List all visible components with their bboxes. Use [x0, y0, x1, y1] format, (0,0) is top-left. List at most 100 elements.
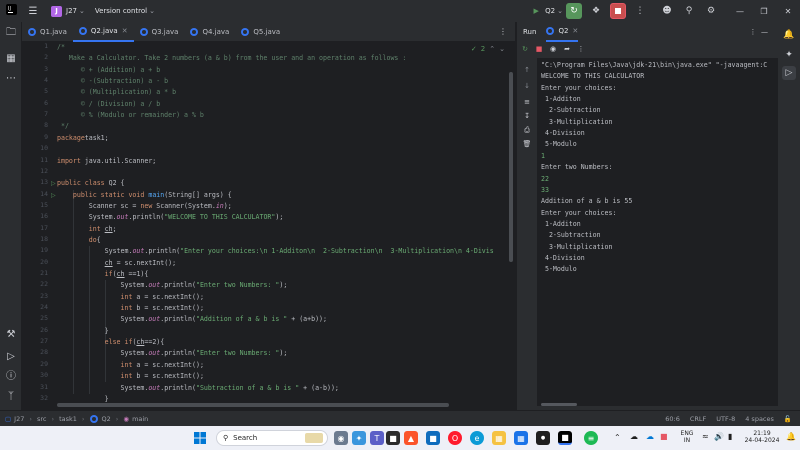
run-tool-icon[interactable]: ▷	[4, 350, 18, 364]
git-branch-icon[interactable]: ᛉ	[4, 390, 18, 404]
code-line[interactable]: import java.util.Scanner;	[57, 156, 156, 167]
code-line[interactable]: © (Multiplication) a * b	[57, 87, 176, 98]
tray-cloud-icon[interactable]: ☁	[630, 433, 638, 441]
code-line[interactable]: int b = sc.nextInt();	[57, 371, 204, 382]
tab-q1-java[interactable]: Q1.java	[22, 22, 73, 42]
code-line[interactable]: if(ch ==1){	[57, 269, 149, 280]
code-line[interactable]: public static void main(String[] args) {	[57, 190, 232, 201]
code-line[interactable]: System.out.println("Enter two Numbers: "…	[57, 280, 288, 291]
debug-button[interactable]: ❖	[588, 3, 604, 19]
breadcrumb-project[interactable]: J27	[14, 415, 24, 423]
breadcrumb-src[interactable]: src	[37, 415, 47, 423]
indent-setting[interactable]: 4 spaces	[745, 415, 774, 423]
more-tools-icon[interactable]: ⋯	[4, 72, 18, 86]
intellij-taskbar-icon[interactable]: ■	[558, 431, 572, 445]
code-line[interactable]: System.out.println("Enter two Numbers: "…	[57, 348, 288, 359]
code-line[interactable]: ch = sc.nextInt();	[57, 258, 176, 269]
gutter-run-icon[interactable]: ▷	[51, 180, 56, 187]
tab-q4-java[interactable]: Q4.java	[184, 22, 235, 42]
chevron-up-icon[interactable]: ⌃	[489, 45, 495, 53]
breadcrumb-method[interactable]: main	[132, 415, 148, 423]
run-config-selector[interactable]: Q2	[545, 7, 555, 15]
project-name[interactable]: J27	[66, 7, 77, 15]
editor-vertical-scrollbar[interactable]	[509, 72, 513, 262]
tab-q2-java[interactable]: Q2.java ✕	[72, 22, 134, 42]
code-line[interactable]: packagetask1;	[57, 133, 109, 144]
code-line[interactable]: else if(ch==2){	[57, 337, 165, 348]
line-ending[interactable]: CRLF	[690, 415, 706, 423]
code-line[interactable]: © + (Addition) a + b	[57, 65, 160, 76]
notification-bell-icon[interactable]: 🔔	[786, 433, 796, 441]
code-line[interactable]: public class Q2 {	[57, 178, 125, 189]
run-tab-q2[interactable]: Q2 ✕	[546, 22, 579, 42]
clock[interactable]: 21:19 24-04-2024	[740, 430, 784, 444]
code-line[interactable]: /*	[57, 42, 65, 53]
minimize-button[interactable]: —	[728, 7, 752, 16]
down-arrow-icon[interactable]: ↓	[520, 80, 534, 92]
app-badge-icon[interactable]: ■	[426, 431, 440, 445]
tray-app-icon[interactable]: ■	[660, 433, 668, 441]
code-line[interactable]: © % (Modulo or remainder) a % b	[57, 110, 204, 121]
version-control-menu[interactable]: Version control	[95, 7, 147, 15]
build-hammer-icon[interactable]: ⚒	[4, 328, 18, 342]
tab-q3-java[interactable]: Q3.java	[134, 22, 185, 42]
code-line[interactable]: do{	[57, 235, 101, 246]
restore-button[interactable]: ❐	[752, 7, 776, 16]
project-folder-icon[interactable]: 🗀	[4, 26, 18, 40]
code-line[interactable]: System.out.println("WELCOME TO THIS CALC…	[57, 212, 284, 223]
rerun-button[interactable]: ↻	[566, 3, 582, 19]
soft-wrap-icon[interactable]: ≡	[520, 96, 534, 108]
search-icon[interactable]: ⚲	[681, 3, 697, 19]
code-editor[interactable]: 1 2 3 4 5 6 7 8 9 10 11 12 13 14 15 16 17 18 19 20 21 22 23 24 2…	[22, 42, 515, 408]
windows-start-icon[interactable]	[193, 431, 207, 445]
code-line[interactable]: © / (Division) a / b	[57, 99, 160, 110]
editor-horizontal-scrollbar[interactable]	[57, 403, 449, 407]
ai-assistant-icon[interactable]: ✦	[782, 48, 796, 62]
code-line[interactable]: int a = sc.nextInt();	[57, 292, 204, 303]
up-arrow-icon[interactable]: ↑	[520, 64, 534, 76]
tray-chevron-up-icon[interactable]: ⌃	[614, 434, 621, 442]
close-tab-icon[interactable]: ✕	[122, 27, 128, 35]
code-line[interactable]: System.out.println("Addition of a & b is…	[57, 314, 327, 325]
run-panel-more-icon[interactable]: ⋮ —	[750, 28, 768, 36]
code-line[interactable]: © -(Subtraction) a - b	[57, 76, 168, 87]
stop-icon[interactable]: ■	[533, 43, 545, 55]
code-line[interactable]: System.out.println("Enter your choices:\…	[57, 246, 494, 257]
code-line[interactable]: int a = sc.nextInt();	[57, 360, 204, 371]
spotify-icon[interactable]: ≡	[584, 431, 598, 445]
breadcrumb-class[interactable]: Q2	[102, 415, 111, 423]
tab-q5-java[interactable]: Q5.java	[235, 22, 286, 42]
app-icon[interactable]: ■	[386, 431, 400, 445]
code-line[interactable]: int b = sc.nextInt();	[57, 303, 204, 314]
breadcrumb-package[interactable]: task1	[59, 415, 77, 423]
stop-button[interactable]	[610, 3, 626, 19]
teams-icon[interactable]: T	[370, 431, 384, 445]
widgets-icon[interactable]: ◉	[334, 431, 348, 445]
store-icon[interactable]: ▦	[514, 431, 528, 445]
code-area[interactable]: /* Make a Calculator. Take 2 numbers (a …	[57, 42, 512, 408]
main-menu-icon[interactable]: ☰	[25, 6, 41, 17]
settings-gear-icon[interactable]: ⚙	[703, 3, 719, 19]
brave-icon[interactable]: ▲	[404, 431, 418, 445]
taskbar-search[interactable]: ⚲ Search	[216, 430, 328, 446]
tray-onedrive-icon[interactable]: ☁	[646, 433, 654, 441]
notifications-icon[interactable]: 🔔	[782, 28, 796, 42]
code-line[interactable]: Scanner sc = new Scanner(System.in);	[57, 201, 232, 212]
camera-icon[interactable]: ◉	[547, 43, 559, 55]
tabs-more-icon[interactable]: ⋮	[499, 27, 507, 36]
console-output[interactable]: "C:\Program Files\Java\jdk-21\bin\java.e…	[537, 58, 779, 406]
code-line[interactable]: System.out.println("Subtraction of a & b…	[57, 383, 339, 394]
file-explorer-icon[interactable]: ▦	[492, 431, 506, 445]
console-horizontal-scrollbar[interactable]	[541, 403, 577, 406]
volume-icon[interactable]: 🔊	[714, 433, 724, 441]
close-window-button[interactable]: ✕	[776, 7, 800, 16]
wifi-icon[interactable]: ≈	[702, 433, 709, 441]
more-icon[interactable]: ⋮	[575, 43, 587, 55]
gutter-run-icon[interactable]: ▷	[51, 192, 56, 199]
scroll-to-end-icon[interactable]: ↧	[520, 110, 534, 122]
print-icon[interactable]: ⎙	[520, 124, 534, 136]
chevron-down-icon[interactable]: ⌄	[499, 45, 505, 53]
opera-icon[interactable]: O	[448, 431, 462, 445]
caret-position[interactable]: 60:6	[665, 415, 680, 423]
code-line[interactable]: */	[57, 121, 69, 132]
